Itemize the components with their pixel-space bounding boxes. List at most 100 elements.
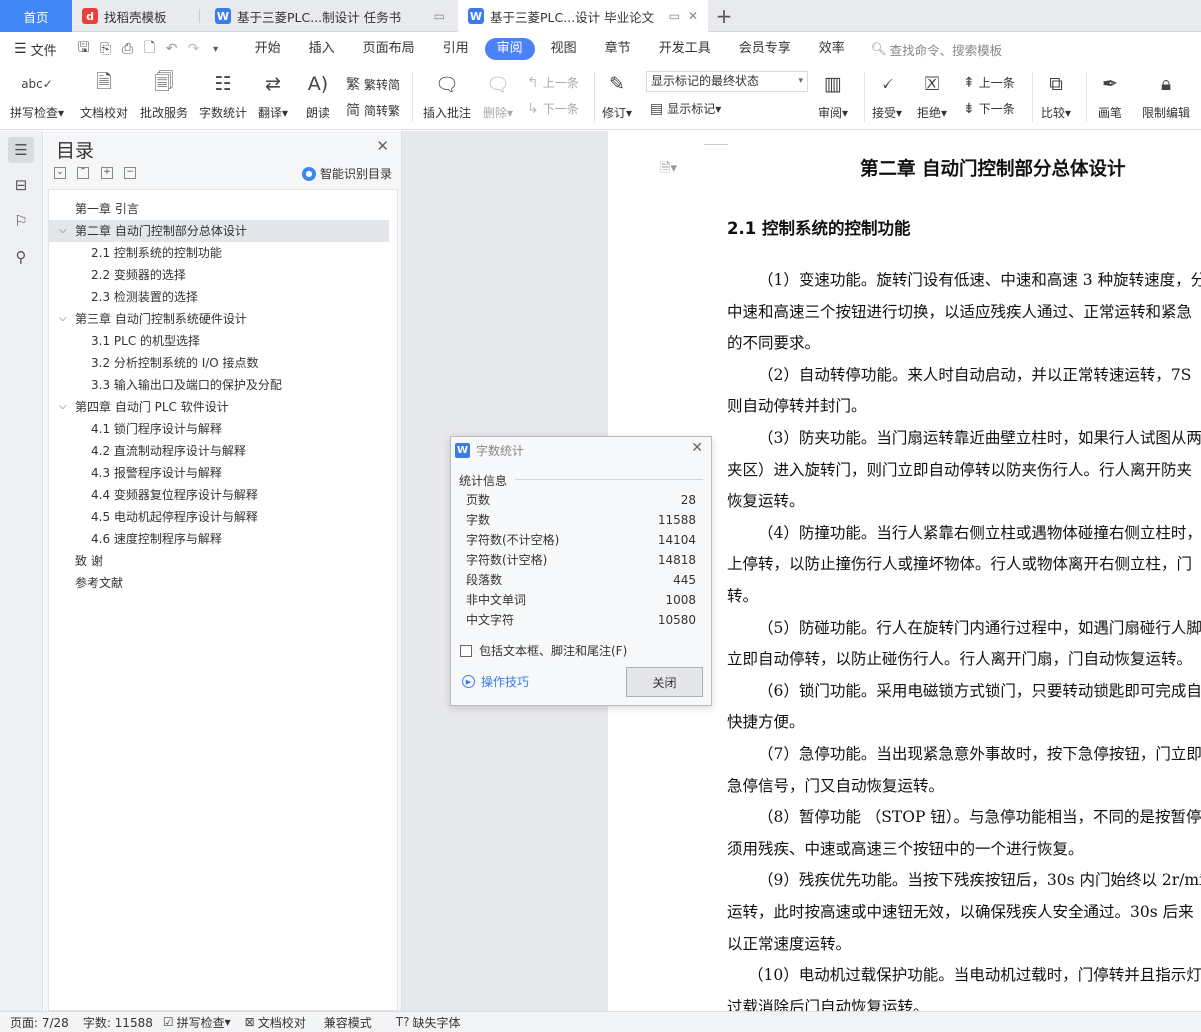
tab-thesis-doc[interactable]: W 基于三菱PLC...设计 毕业论文 ▭ ✕ [458, 0, 708, 32]
toc-item-4-6[interactable]: 4.6 速度控制程序与解释 [49, 528, 389, 550]
missing-font-status[interactable]: T? 缺失字体 [396, 1014, 461, 1031]
toc-item-3-1[interactable]: 3.1 PLC 的机型选择 [49, 330, 389, 352]
tab-close-icon[interactable]: ✕ [688, 9, 698, 23]
toc-item-ch3[interactable]: ⌵ 第三章 自动门控制系统硬件设计 [49, 308, 389, 330]
include-textbox-checkbox[interactable]: 包括文本框、脚注和尾注(F) [460, 642, 627, 659]
toc-item-4-3[interactable]: 4.3 报警程序设计与解释 [49, 462, 389, 484]
next-comment-button[interactable]: ↳ 下一条 [527, 100, 579, 117]
word-count-indicator[interactable]: 字数: 11588 [83, 1014, 153, 1031]
close-icon[interactable]: ✕ [691, 440, 703, 456]
delete-comment-button[interactable]: 🗨 删除▾ [483, 70, 513, 121]
spell-check-button[interactable]: abc✓ 拼写检查▾ [10, 70, 64, 121]
toc-item-4-2[interactable]: 4.2 直流制动程序设计与解释 [49, 440, 389, 462]
toc-item-3-2[interactable]: 3.2 分析控制系统的 I/O 接点数 [49, 352, 389, 374]
print-icon[interactable]: ⎙ [117, 38, 139, 60]
add-icon[interactable]: + [101, 167, 113, 179]
reject-button[interactable]: 🗵 拒绝▾ [917, 70, 947, 121]
stat-row: 中文字符 10580 [466, 610, 696, 630]
page-indicator[interactable]: 页面: 7/28 [10, 1014, 69, 1031]
toc-item-4-4[interactable]: 4.4 变频器复位程序设计与解释 [49, 484, 389, 506]
tab-task-doc[interactable]: W 基于三菱PLC...制设计 任务书 ▭ [205, 0, 453, 32]
review-pane-button[interactable]: ▥ 审阅▾ [818, 70, 848, 121]
chevron-down-icon[interactable]: ⌵ [59, 308, 67, 330]
word-count-button[interactable]: ☷ 字数统计 [199, 70, 247, 121]
export-pdf-icon[interactable]: ⎘ [95, 38, 117, 60]
show-marks-button[interactable]: ▤ 显示标记 ▾ [650, 100, 721, 117]
remove-icon[interactable]: − [124, 167, 136, 179]
spell-check-status[interactable]: ☑ 拼写检查 ▾ [163, 1014, 231, 1031]
redo-icon[interactable]: ↷ [183, 38, 205, 60]
tab-template[interactable]: d 找稻壳模板 [72, 0, 200, 32]
tab-view[interactable]: 视图 [539, 38, 589, 60]
insert-comment-label: 插入批注 [423, 106, 472, 120]
toc-item-ch2[interactable]: ⌵ 第二章 自动门控制部分总体设计 [49, 220, 389, 242]
translate-button[interactable]: ⇄ 翻译▾ [258, 70, 288, 121]
restrict-edit-button[interactable]: 🔒︎ 限制编辑 [1142, 70, 1190, 121]
file-menu[interactable]: ☰ 文件 [14, 40, 57, 59]
toc-icon[interactable]: ☰ [8, 137, 34, 163]
toc-item-2-1[interactable]: 2.1 控制系统的控制功能 [49, 242, 389, 264]
tab-developer[interactable]: 开发工具 [647, 38, 723, 60]
monitor-icon[interactable]: ▭ [434, 9, 445, 23]
toc-item-2-3[interactable]: 2.3 检测装置的选择 [49, 286, 389, 308]
toc-item-ch1[interactable]: 第一章 引言 [49, 198, 389, 220]
command-search[interactable]: 🔍︎ 查找命令、搜索模板 [871, 40, 1002, 59]
next-change-button[interactable]: ⇟ 下一条 [963, 100, 1015, 117]
dialog-titlebar[interactable]: W 字数统计 [451, 437, 711, 463]
toc-item-thanks[interactable]: 致 谢 [49, 550, 389, 572]
revise-button[interactable]: ✎ 修订▾ [602, 70, 632, 121]
expand-icon[interactable]: ⌃ [77, 167, 89, 179]
pen-button[interactable]: ✒ 画笔 [1096, 70, 1124, 121]
new-tab-button[interactable]: + [712, 4, 736, 28]
plus-icon: + [715, 4, 733, 28]
smart-toc-button[interactable]: ● 智能识别目录 [302, 165, 392, 182]
tab-page-layout[interactable]: 页面布局 [351, 38, 427, 60]
toc-item-4-5[interactable]: 4.5 电动机起停程序设计与解释 [49, 506, 389, 528]
toc-item-4-1[interactable]: 4.1 锁门程序设计与解释 [49, 418, 389, 440]
simp-to-trad-button[interactable]: 简简转繁 [346, 100, 400, 120]
tab-insert[interactable]: 插入 [297, 38, 347, 60]
batch-service-button[interactable]: 🗐 批改服务 [140, 70, 188, 121]
search-icon[interactable]: ⚲ [8, 244, 34, 270]
checkbox-box[interactable] [460, 644, 472, 657]
undo-icon[interactable]: ↶ [161, 38, 183, 60]
tab-home[interactable]: 首页 [0, 0, 72, 32]
outline-icon[interactable]: ⊟ [8, 172, 34, 198]
toc-item-refs[interactable]: 参考文献 [49, 572, 389, 594]
insert-comment-button[interactable]: 🗨 插入批注 [423, 70, 471, 121]
tab-review[interactable]: 审阅 [484, 38, 535, 60]
prev-comment-button[interactable]: ↰ 上一条 [527, 74, 579, 91]
chevron-down-icon[interactable]: ⌵ [59, 396, 67, 418]
ribbon-separator [1032, 72, 1033, 122]
tips-link[interactable]: ▶ 操作技巧 [462, 673, 529, 690]
tab-references[interactable]: 引用 [431, 38, 481, 60]
tab-start[interactable]: 开始 [243, 38, 293, 60]
doc-proof-status[interactable]: ⊠ 文档校对 [245, 1014, 306, 1031]
markup-display-select[interactable]: 显示标记的最终状态 ▾ [646, 71, 808, 92]
compare-button[interactable]: ⧉ 比较▾ [1041, 70, 1071, 121]
file-menu-label: 文件 [30, 43, 57, 59]
monitor-icon[interactable]: ▭ [669, 9, 680, 23]
chevron-down-icon[interactable]: ⌵ [59, 220, 67, 242]
doc-proof-button[interactable]: 🗎 文档校对 [80, 70, 128, 121]
close-icon[interactable]: ✕ [376, 137, 389, 155]
read-aloud-button[interactable]: A) 朗读 [304, 70, 332, 121]
chevron-down-icon[interactable]: ▾ [205, 38, 227, 60]
prev-icon: ↰ [527, 74, 539, 91]
tab-chapter[interactable]: 章节 [593, 38, 643, 60]
prev-change-button[interactable]: ⇞ 上一条 [963, 74, 1015, 91]
tab-member[interactable]: 会员专享 [727, 38, 803, 60]
collapse-icon[interactable]: ⌄ [54, 167, 66, 179]
toc-item-2-2[interactable]: 2.2 变频器的选择 [49, 264, 389, 286]
close-button[interactable]: 关闭 [626, 667, 703, 697]
trad-to-simp-button[interactable]: 繁繁转简 [346, 74, 400, 94]
print-preview-icon[interactable]: 🗋 [139, 38, 161, 60]
toc-item-ch4[interactable]: ⌵ 第四章 自动门 PLC 软件设计 [49, 396, 389, 418]
save-icon[interactable]: 🖫 [73, 38, 95, 60]
toc-item-3-3[interactable]: 3.3 输入输出口及端口的保护及分配 [49, 374, 389, 396]
bookmark-icon[interactable]: ⚐ [8, 208, 34, 234]
review-ribbon: abc✓ 拼写检查▾ 🗎 文档校对 🗐 批改服务 ☷ 字数统计 ⇄ 翻译▾ A)… [0, 66, 1201, 130]
doc-layout-icon[interactable]: 🗎▾ [660, 159, 677, 181]
accept-button[interactable]: 🗸 接受▾ [872, 70, 902, 121]
tab-efficiency[interactable]: 效率 [807, 38, 857, 60]
